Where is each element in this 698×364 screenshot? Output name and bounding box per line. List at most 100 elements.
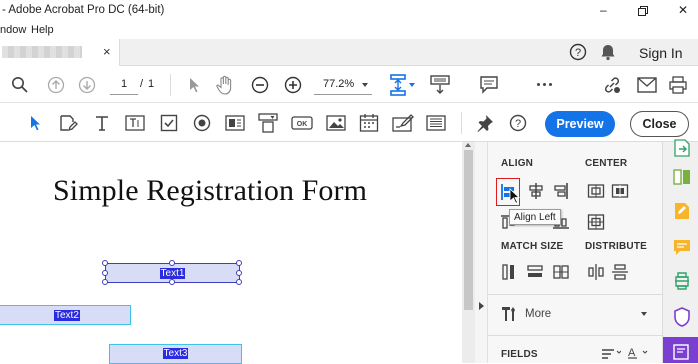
sort-alphabetical-icon[interactable]: A [626, 345, 650, 361]
page-separator: / [140, 78, 144, 90]
edit-form-tool-icon[interactable] [57, 112, 79, 134]
distribute-horizontally-button[interactable] [585, 261, 607, 283]
document-canvas[interactable]: Simple Registration Form Text1 Text2 Tex… [0, 142, 462, 364]
button-tool-icon[interactable]: OK [290, 113, 314, 133]
form-field-text2[interactable]: Text2 [0, 305, 131, 325]
scroll-up-arrow-icon[interactable] [465, 143, 471, 147]
previous-page-icon[interactable] [46, 75, 66, 95]
distribute-heading: DISTRIBUTE [585, 241, 647, 252]
edit-pdf-icon[interactable] [672, 201, 692, 221]
hand-tool-icon[interactable] [214, 74, 236, 96]
field-label: Text1 [159, 267, 186, 279]
tab-close-button[interactable]: × [103, 44, 111, 59]
resize-handle[interactable] [102, 279, 108, 285]
center-both-button[interactable] [585, 211, 607, 233]
main-toolbar: 1 / 1 77.2% [0, 66, 698, 103]
page-fit-icon[interactable] [386, 73, 410, 97]
text-tool-icon[interactable] [92, 112, 112, 134]
next-page-icon[interactable] [77, 75, 97, 95]
minimize-button[interactable]: – [600, 3, 607, 17]
center-vertically-button[interactable] [609, 180, 631, 202]
comment-icon[interactable] [478, 74, 500, 96]
sort-fields-icon[interactable] [600, 347, 622, 361]
export-pdf-icon[interactable] [672, 138, 692, 158]
share-link-icon[interactable] [601, 74, 623, 96]
more-options-icon[interactable] [537, 83, 553, 87]
zoom-in-icon[interactable] [283, 75, 303, 95]
sign-in-link[interactable]: Sign In [639, 45, 683, 61]
email-icon[interactable] [636, 75, 658, 95]
zoom-out-icon[interactable] [250, 75, 270, 95]
align-center-icon [529, 183, 543, 199]
divider [461, 112, 462, 134]
resize-handle[interactable] [236, 260, 242, 266]
tooltip-align-left: Align Left [509, 209, 561, 225]
image-field-tool-icon[interactable] [325, 113, 347, 133]
align-horizontal-center-button[interactable] [525, 180, 547, 202]
pin-icon[interactable] [474, 113, 496, 133]
notifications-bell-icon[interactable] [598, 42, 618, 62]
help-icon[interactable]: ? [568, 42, 588, 62]
restore-button[interactable] [636, 4, 650, 18]
page-current: 1 [121, 78, 128, 90]
organize-pages-icon[interactable] [672, 167, 692, 187]
close-window-button[interactable]: ✕ [678, 3, 688, 17]
center-heading: CENTER [585, 158, 628, 169]
tools-rail [662, 139, 698, 363]
center-vertical-icon [611, 184, 629, 198]
fields-heading: FIELDS [501, 349, 538, 360]
comment-tool-icon[interactable] [672, 237, 692, 257]
title-bar: - Adobe Acrobat Pro DC (64-bit) – ✕ [0, 0, 698, 22]
match-both-icon [553, 265, 569, 279]
document-tab[interactable]: × [0, 39, 120, 66]
list-box-tool-icon[interactable] [224, 113, 246, 133]
match-width-button[interactable] [524, 261, 546, 283]
print-icon[interactable] [667, 74, 689, 96]
scrollbar-thumb[interactable] [464, 150, 473, 310]
signature-field-tool-icon[interactable] [391, 112, 415, 134]
resize-handle[interactable] [102, 260, 108, 266]
vertical-scrollbar[interactable] [462, 142, 475, 363]
tab-title-blurred [2, 46, 82, 58]
center-horizontally-button[interactable] [585, 180, 607, 202]
form-help-icon[interactable]: ? [507, 112, 529, 134]
match-both-button[interactable] [550, 261, 572, 283]
menu-item-window[interactable]: ndow [0, 24, 26, 36]
distribute-vertically-button[interactable] [609, 261, 631, 283]
form-field-text3[interactable]: Text3 [109, 344, 242, 364]
checkbox-tool-icon[interactable] [158, 113, 180, 133]
divider [170, 74, 171, 96]
collapse-panel-icon[interactable] [479, 302, 484, 310]
prepare-form-tool-active[interactable] [663, 337, 698, 363]
search-icon[interactable] [10, 75, 30, 95]
center-horizontal-icon [587, 184, 605, 198]
barcode-tool-icon[interactable] [425, 113, 447, 133]
resize-handle[interactable] [236, 270, 242, 276]
resize-handle[interactable] [236, 279, 242, 285]
select-object-tool-icon[interactable] [27, 113, 45, 133]
text-field-tool-icon[interactable] [124, 113, 146, 133]
panel-collapse-strip[interactable] [475, 142, 488, 363]
dropdown-tool-icon[interactable] [257, 112, 279, 134]
close-button[interactable]: Close [630, 111, 689, 137]
align-right-button[interactable] [550, 180, 572, 202]
chevron-down-icon [641, 312, 647, 316]
preview-button[interactable]: Preview [545, 111, 615, 137]
menu-item-help[interactable]: Help [31, 24, 54, 36]
page-number-input[interactable]: 1 [110, 75, 138, 95]
scrolling-mode-icon[interactable] [428, 73, 452, 97]
resize-handle[interactable] [102, 270, 108, 276]
form-toolbar: OK ? Preview Close [0, 103, 698, 142]
resize-handle[interactable] [169, 279, 175, 285]
protect-icon[interactable] [672, 306, 692, 328]
zoom-value: 77.2% [323, 78, 355, 90]
date-field-tool-icon[interactable] [358, 112, 380, 134]
fill-sign-icon[interactable] [672, 271, 692, 291]
page-fit-chevron-icon[interactable] [409, 83, 415, 87]
match-height-button[interactable] [498, 261, 520, 283]
zoom-select[interactable]: 77.2% [314, 75, 372, 95]
more-tools-dropdown[interactable]: More [498, 300, 656, 328]
radio-button-tool-icon[interactable] [191, 113, 213, 133]
resize-handle[interactable] [169, 260, 175, 266]
select-cursor-icon[interactable] [186, 75, 204, 95]
